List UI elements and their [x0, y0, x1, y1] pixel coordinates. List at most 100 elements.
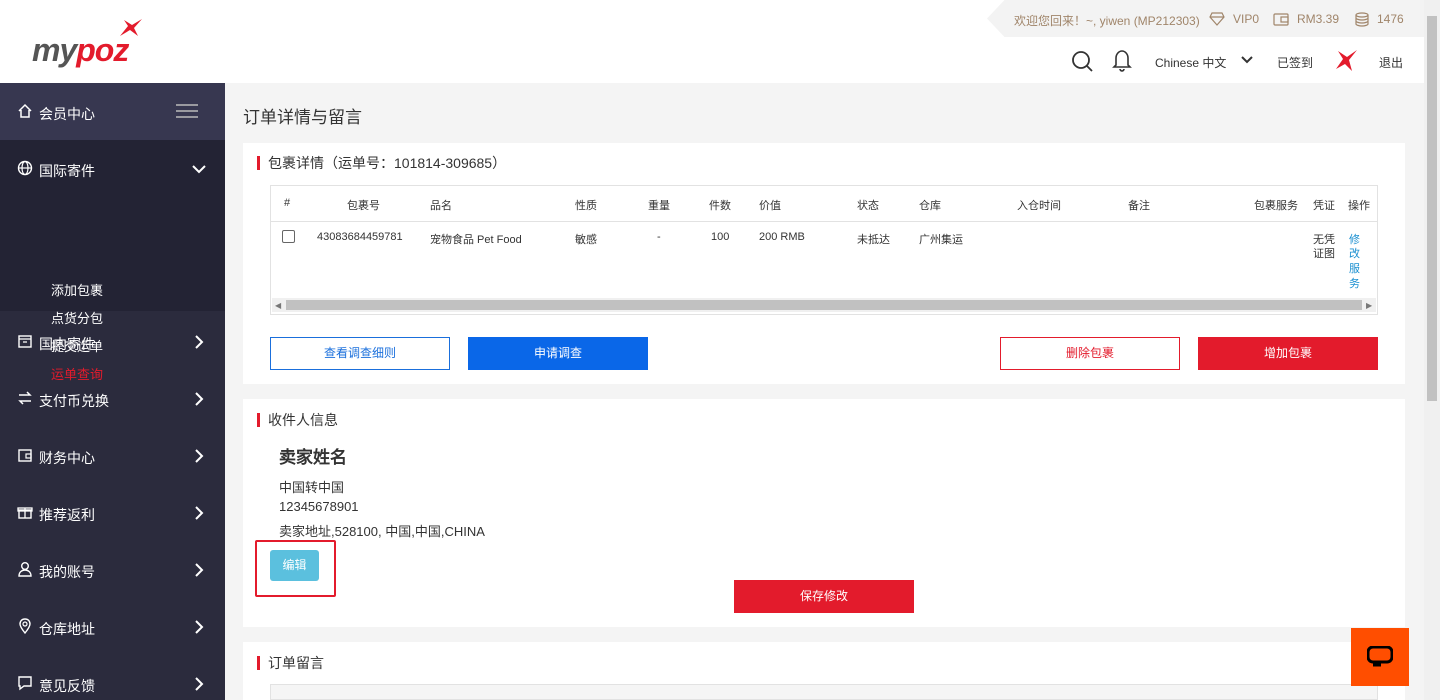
col-header: 件数 — [709, 200, 731, 212]
sidebar-item-label: 会员中心 — [39, 106, 95, 122]
save-changes-button[interactable]: 保存修改 — [734, 580, 914, 613]
hamburger-menu-icon[interactable] — [176, 104, 198, 118]
sidebar-item-warehouse-address[interactable]: 仓库地址 — [0, 598, 225, 655]
sidebar-sub-add-package[interactable]: 添加包裹 — [51, 280, 103, 299]
cell-warehouse: 广州集运 — [919, 234, 963, 246]
sidebar-item-label: 仓库地址 — [39, 621, 95, 637]
edit-button[interactable]: 编辑 — [270, 550, 319, 581]
col-header: 价值 — [759, 200, 781, 212]
signed-in-label[interactable]: 已签到 — [1277, 54, 1313, 71]
sidebar-item-feedback[interactable]: 意见反馈 — [0, 655, 225, 700]
chevron-right-icon — [195, 449, 204, 463]
delete-package-button[interactable]: 删除包裹 — [1000, 337, 1180, 370]
package-table: # 包裹号 品名 性质 重量 件数 价值 状态 仓库 入仓时间 备注 包裹服务 … — [270, 185, 1378, 315]
header: mypoz 欢迎您回来！~, yiwen (MP212303) VIP0 RM3… — [0, 0, 1440, 83]
add-package-button[interactable]: 增加包裹 — [1198, 337, 1378, 370]
points: 1476 — [1377, 12, 1404, 26]
exchange-icon — [18, 391, 32, 405]
sidebar-item-referral[interactable]: 推荐返利 — [0, 484, 225, 541]
sidebar-item-domestic[interactable]: 国内寄件 — [0, 313, 225, 370]
message-card: 订单留言 — [243, 642, 1405, 700]
sidebar-item-label: 推荐返利 — [39, 507, 95, 523]
scroll-right-icon[interactable]: ▶ — [1366, 301, 1372, 310]
balance: RM3.39 — [1297, 12, 1340, 26]
cell-package-no: 43083684459781 — [317, 231, 403, 243]
cell-count: 100 — [711, 231, 730, 243]
sidebar-item-label: 我的账号 — [39, 564, 95, 580]
chat-icon — [1367, 646, 1393, 667]
cell-weight: - — [657, 231, 661, 243]
sidebar-item-currency-exchange[interactable]: 支付币兑换 — [0, 370, 225, 427]
chevron-down-icon — [192, 165, 206, 174]
gift-icon — [17, 507, 33, 519]
sidebar-item-label: 国内寄件 — [39, 336, 95, 352]
col-header: 状态 — [857, 200, 879, 212]
bell-icon[interactable] — [1112, 48, 1132, 72]
bird-logo-icon — [120, 19, 142, 36]
cell-value: 200 RMB — [759, 231, 805, 243]
table-divider — [271, 221, 1377, 222]
language-select[interactable]: Chinese 中文 — [1155, 54, 1226, 71]
table-horizontal-scrollbar[interactable]: ◀ ▶ — [272, 298, 1376, 312]
message-table-header — [270, 684, 1378, 700]
cell-nature: 敏感 — [575, 234, 597, 246]
chevron-right-icon — [195, 335, 204, 349]
col-header: 仓库 — [919, 200, 941, 212]
page-scrollbar-thumb[interactable] — [1427, 16, 1437, 401]
wallet-icon — [18, 449, 32, 462]
chevron-right-icon — [195, 620, 204, 634]
box-icon — [18, 335, 32, 348]
sidebar-item-label: 财务中心 — [39, 450, 95, 466]
package-card: 包裹详情（运单号：101814-309685） # 包裹号 品名 性质 重量 件… — [243, 143, 1405, 384]
chevron-right-icon — [195, 506, 204, 520]
sidebar-item-finance[interactable]: 财务中心 — [0, 427, 225, 484]
cell-voucher: 证图 — [1313, 248, 1335, 260]
logout-link[interactable]: 退出 — [1379, 54, 1403, 71]
vip-level: VIP0 — [1233, 12, 1260, 26]
message-card-title: 订单留言 — [257, 656, 324, 670]
chat-button[interactable] — [1351, 628, 1409, 686]
package-card-title: 包裹详情（运单号：101814-309685） — [257, 156, 506, 170]
feedback-icon — [18, 676, 32, 691]
view-survey-rules-button[interactable]: 查看调查细则 — [270, 337, 450, 370]
col-header: 入仓时间 — [1017, 200, 1061, 212]
sidebar-item-member-center[interactable]: 会员中心 — [0, 83, 225, 140]
welcome-text: 欢迎您回来！~, yiwen (MP212303) — [1014, 14, 1200, 28]
sidebar-item-label: 国际寄件 — [39, 163, 95, 179]
receiver-name: 卖家姓名 — [279, 448, 347, 467]
row-checkbox[interactable] — [282, 230, 295, 243]
sidebar: 会员中心 国际寄件 添加包裹 点货分包 提交运单 运单查询 国内寄件 支付币兑换… — [0, 83, 225, 700]
scroll-left-icon[interactable]: ◀ — [275, 301, 281, 310]
wallet-icon — [1273, 13, 1289, 26]
modify-service-link[interactable]: 服 — [1349, 260, 1360, 276]
logo[interactable]: mypoz — [32, 18, 152, 68]
col-header: 凭证 — [1313, 200, 1335, 212]
logo-text: mypoz — [32, 32, 129, 68]
col-header: 备注 — [1128, 200, 1150, 212]
col-header: 操作 — [1348, 200, 1370, 212]
modify-service-link[interactable]: 改 — [1349, 245, 1360, 261]
sidebar-item-international[interactable]: 国际寄件 — [0, 140, 225, 197]
apply-survey-button[interactable]: 申请调查 — [468, 337, 648, 370]
sidebar-item-label: 意见反馈 — [39, 678, 95, 694]
cell-status: 未抵达 — [857, 234, 890, 246]
col-header: 性质 — [575, 200, 597, 212]
chevron-right-icon — [195, 563, 204, 577]
page-title: 订单详情与留言 — [243, 108, 362, 127]
globe-icon — [17, 160, 33, 176]
chevron-right-icon — [195, 677, 204, 691]
chevron-down-icon[interactable] — [1241, 55, 1253, 64]
diamond-icon — [1209, 12, 1225, 26]
modify-service-link[interactable]: 务 — [1349, 275, 1360, 291]
receiver-address: 卖家地址,528100, 中国,中国,CHINA — [279, 524, 485, 539]
receiver-phone: 12345678901 — [279, 499, 359, 514]
scrollbar-thumb[interactable] — [286, 300, 1362, 310]
coins-icon — [1355, 12, 1369, 27]
sidebar-item-my-account[interactable]: 我的账号 — [0, 541, 225, 598]
sidebar-item-label: 支付币兑换 — [39, 393, 109, 409]
page-vertical-scrollbar[interactable] — [1424, 0, 1440, 700]
cell-name: 宠物食品 Pet Food — [430, 234, 522, 246]
bird-avatar-icon[interactable] — [1333, 47, 1359, 73]
search-icon[interactable] — [1071, 48, 1093, 72]
col-header: 包裹号 — [347, 200, 380, 212]
